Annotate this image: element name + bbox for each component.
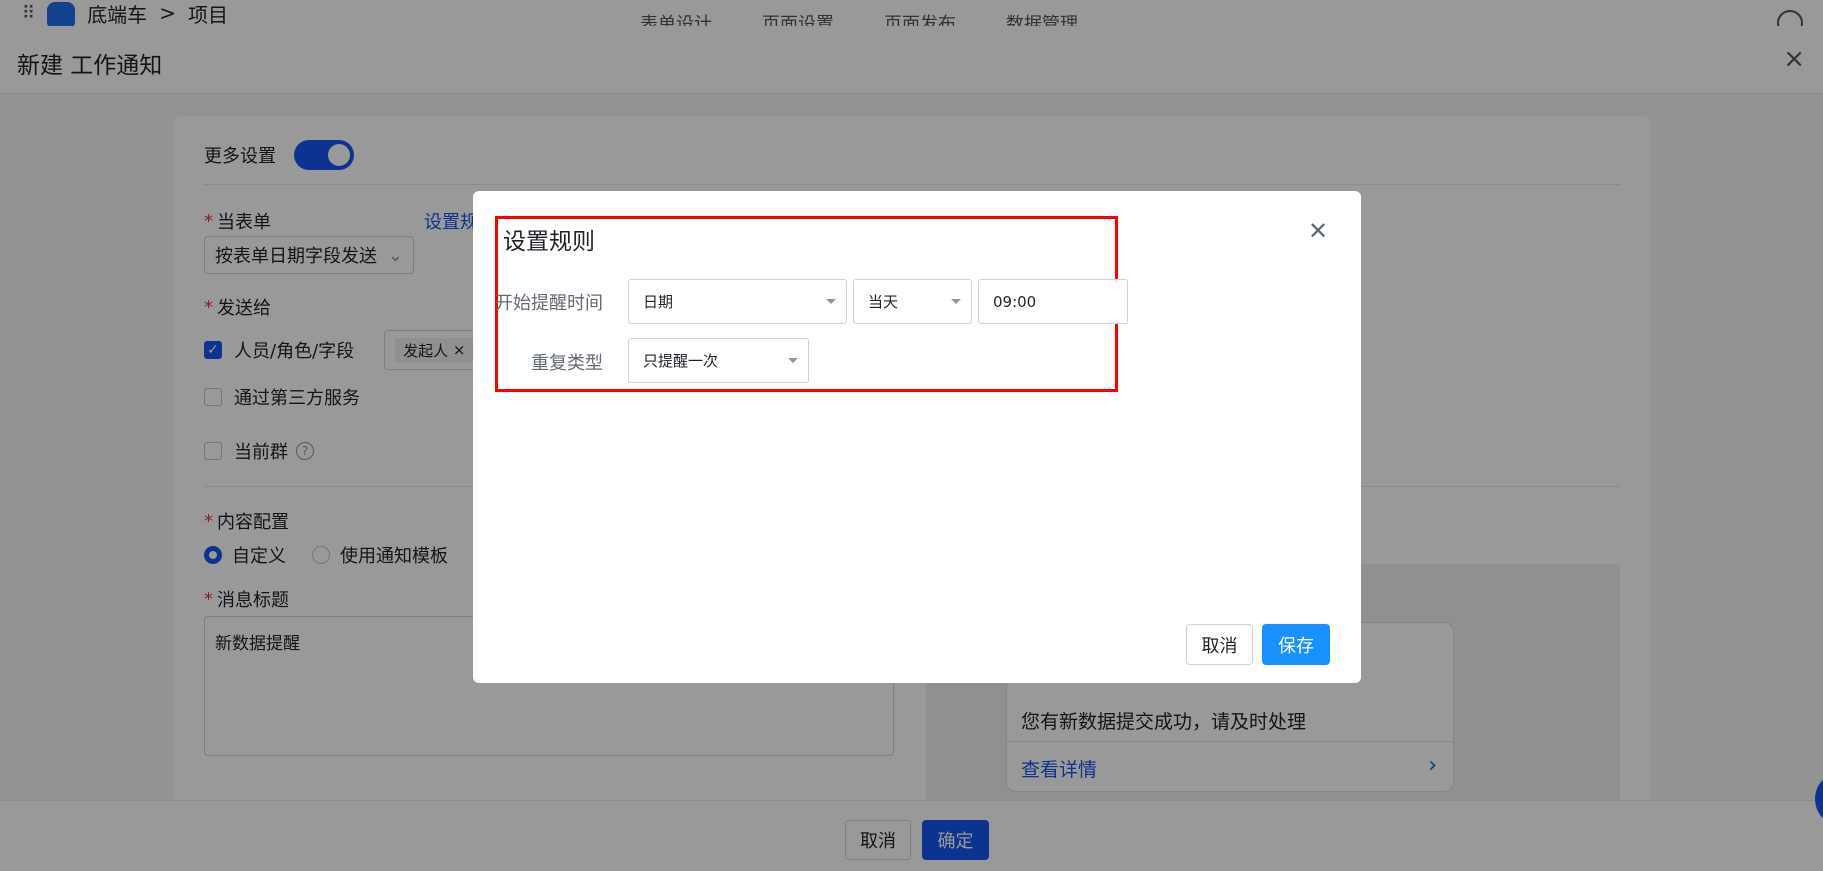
- date-select[interactable]: 日期: [628, 279, 847, 324]
- time-input[interactable]: 09:00: [978, 279, 1128, 324]
- day-select-value: 当天: [868, 293, 899, 311]
- start-time-label: 开始提醒时间: [495, 293, 603, 314]
- modal-title: 设置规则: [503, 229, 595, 255]
- date-select-value: 日期: [643, 293, 674, 311]
- close-icon[interactable]: ✕: [1308, 217, 1328, 245]
- caret-down-icon: [826, 299, 836, 304]
- set-rule-modal: ✕ 设置规则 开始提醒时间 日期 当天 09:00 重复类型 只提醒一次 取消 …: [473, 191, 1361, 683]
- caret-down-icon: [788, 358, 798, 363]
- day-select[interactable]: 当天: [853, 279, 972, 324]
- repeat-type-select-value: 只提醒一次: [643, 352, 719, 370]
- repeat-type-select[interactable]: 只提醒一次: [628, 338, 809, 383]
- caret-down-icon: [951, 299, 961, 304]
- modal-save-button[interactable]: 保存: [1262, 624, 1330, 665]
- repeat-type-label: 重复类型: [531, 353, 603, 374]
- time-input-value: 09:00: [993, 292, 1037, 311]
- modal-cancel-button[interactable]: 取消: [1186, 624, 1253, 665]
